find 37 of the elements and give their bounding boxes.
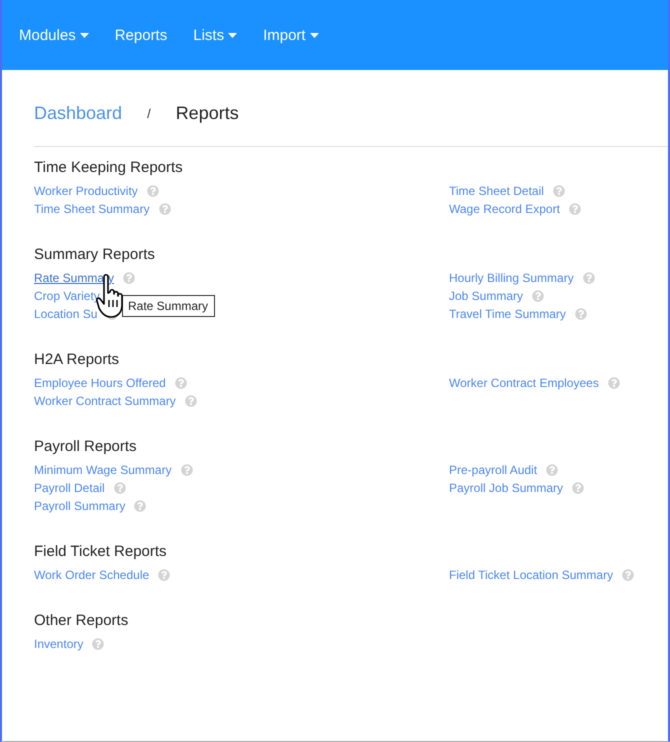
nav-menu-item[interactable]: Reports bbox=[114, 26, 168, 44]
report-link[interactable]: Worker Contract Employees bbox=[449, 376, 599, 390]
report-link[interactable]: Time Sheet Summary bbox=[34, 202, 150, 216]
report-link[interactable]: Minimum Wage Summary bbox=[34, 463, 172, 477]
report-link[interactable]: Location Su bbox=[34, 307, 98, 321]
report-link[interactable]: Employee Hours Offered bbox=[34, 376, 166, 390]
breadcrumb-current: Reports bbox=[176, 102, 239, 124]
caret-icon bbox=[310, 32, 319, 38]
report-link[interactable]: Hourly Billing Summary bbox=[449, 271, 574, 285]
report-link[interactable]: Travel Time Summary bbox=[449, 307, 566, 321]
breadcrumb-link[interactable]: Dashboard bbox=[34, 102, 122, 124]
section-heading: Time Keeping Reports bbox=[34, 159, 184, 178]
tooltip: Rate Summary bbox=[122, 295, 216, 317]
section-heading: Other Reports bbox=[34, 612, 130, 631]
caret-icon bbox=[80, 32, 89, 38]
nav-menu-item[interactable]: Lists bbox=[193, 26, 238, 44]
report-link[interactable]: Job Summary bbox=[449, 289, 524, 303]
nav-menu-item[interactable]: Modules bbox=[19, 26, 89, 44]
report-link[interactable]: Pre-payroll Audit bbox=[449, 463, 538, 477]
report-link[interactable]: Work Order Schedule bbox=[34, 568, 150, 582]
report-link[interactable]: Payroll Summary bbox=[34, 499, 126, 513]
report-link[interactable]: Wage Record Export bbox=[449, 202, 560, 216]
report-link[interactable]: Crop Variety bbox=[34, 289, 100, 303]
report-link[interactable]: Time Sheet Detail bbox=[449, 184, 544, 198]
report-link[interactable]: Field Ticket Location Summary bbox=[449, 568, 614, 582]
report-link[interactable]: Payroll Detail bbox=[34, 481, 105, 495]
report-link[interactable]: Worker Productivity bbox=[34, 184, 138, 198]
section-heading: Payroll Reports bbox=[34, 438, 138, 457]
report-link[interactable]: Payroll Job Summary bbox=[449, 481, 564, 495]
section-heading: Summary Reports bbox=[34, 246, 156, 265]
section-heading: H2A Reports bbox=[34, 351, 120, 370]
section-heading: Field Ticket Reports bbox=[34, 543, 168, 562]
nav-menu-item[interactable]: Import bbox=[263, 26, 319, 44]
breadcrumb-separator: / bbox=[147, 106, 151, 120]
caret-icon bbox=[228, 32, 238, 38]
report-link[interactable]: Inventory bbox=[34, 637, 84, 651]
report-link[interactable]: Worker Contract Summary bbox=[34, 394, 176, 408]
